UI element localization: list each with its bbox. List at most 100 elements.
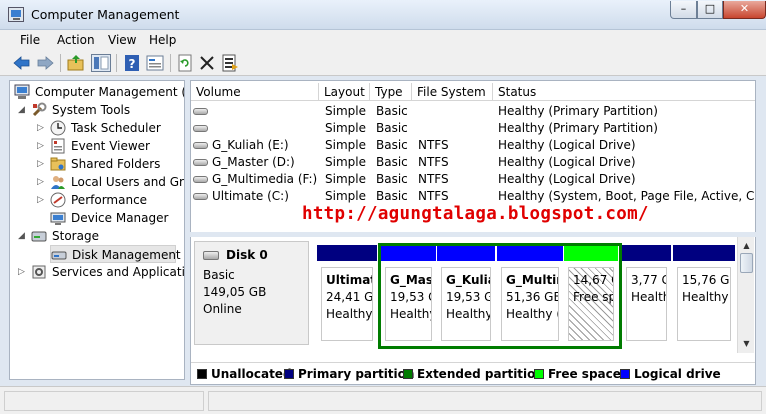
- expand-arrow-icon[interactable]: ▷: [36, 173, 45, 191]
- tree-item-services-applications[interactable]: ▷ Services and Applications: [14, 263, 184, 281]
- expand-arrow-icon[interactable]: ▷: [36, 119, 45, 137]
- partition-primary-small[interactable]: 3,77 G Health: [622, 245, 671, 345]
- performance-icon: [50, 192, 66, 208]
- legend-swatch: [197, 369, 207, 379]
- column-header-layout[interactable]: Layout: [319, 83, 370, 101]
- drive-icon: [193, 193, 208, 200]
- partition-g-kuliah[interactable]: G_Kulial 19,53 G Healthy: [437, 245, 495, 345]
- expand-arrow-icon[interactable]: ▷: [36, 191, 45, 209]
- legend-swatch: [534, 369, 544, 379]
- disk-management-icon: [51, 247, 67, 263]
- close-button[interactable]: ✕: [723, 1, 766, 19]
- vertical-scrollbar[interactable]: ▲ ▼: [737, 237, 754, 353]
- disk-state: Online: [203, 302, 242, 316]
- svg-text:?: ?: [129, 57, 136, 71]
- tree-item-disk-management[interactable]: Disk Management: [50, 245, 181, 263]
- partition-g-multimedia[interactable]: G_Multim 51,36 GB Healthy (: [497, 245, 563, 345]
- maximize-button[interactable]: □: [697, 1, 723, 19]
- properties-icon[interactable]: [146, 54, 164, 72]
- toolbar: ?: [0, 50, 766, 76]
- window-title: Computer Management: [31, 7, 180, 22]
- event-viewer-icon: [50, 138, 66, 154]
- legend: Unallocated Primary partition Extended p…: [191, 362, 755, 383]
- tree-item-event-viewer[interactable]: ▷ Event Viewer: [14, 137, 184, 155]
- expand-arrow-icon[interactable]: ▷: [36, 155, 45, 173]
- delete-icon[interactable]: [198, 54, 216, 72]
- storage-icon: [31, 228, 47, 244]
- expand-arrow-icon[interactable]: ▷: [36, 137, 45, 155]
- menu-view[interactable]: View: [108, 33, 136, 47]
- system-tools-icon: [31, 102, 47, 118]
- legend-swatch: [403, 369, 413, 379]
- tree-item-device-manager[interactable]: Device Manager: [14, 209, 184, 227]
- tree-item-computer-management[interactable]: Computer Management (Local): [14, 83, 184, 101]
- legend-logical: Logical drive: [620, 367, 721, 381]
- collapse-arrow-icon[interactable]: ◢: [17, 227, 26, 245]
- drive-icon: [193, 142, 208, 149]
- back-arrow-icon[interactable]: [13, 54, 31, 72]
- minimize-button[interactable]: –: [670, 1, 697, 19]
- scroll-down-icon[interactable]: ▼: [739, 336, 754, 351]
- disk-type: Basic: [203, 268, 235, 282]
- up-folder-icon[interactable]: [67, 54, 85, 72]
- refresh-icon[interactable]: [176, 54, 194, 72]
- expand-arrow-icon[interactable]: ▷: [17, 263, 26, 281]
- disk-graphical-view: Disk 0 Basic 149,05 GB Online Ultimate 2…: [191, 237, 737, 353]
- tree-item-task-scheduler[interactable]: ▷ Task Scheduler: [14, 119, 184, 137]
- table-row[interactable]: G_Master (D:) Simple Basic NTFS Healthy …: [191, 154, 755, 171]
- scroll-thumb[interactable]: [740, 253, 753, 273]
- drive-icon: [193, 176, 208, 183]
- partition-primary-last[interactable]: 15,76 GB Healthy: [673, 245, 735, 345]
- table-row[interactable]: G_Kuliah (E:) Simple Basic NTFS Healthy …: [191, 137, 755, 154]
- export-icon[interactable]: [221, 54, 239, 72]
- legend-swatch: [620, 369, 630, 379]
- console-tree: Computer Management (Local) ◢ System Too…: [9, 80, 185, 380]
- disk-0-label[interactable]: Disk 0 Basic 149,05 GB Online: [194, 241, 309, 345]
- services-icon: [31, 264, 47, 280]
- drive-icon: [193, 159, 208, 166]
- title-bar: Computer Management – □ ✕: [0, 0, 766, 30]
- scroll-up-icon[interactable]: ▲: [739, 238, 754, 253]
- column-header-volume[interactable]: Volume: [191, 83, 319, 101]
- legend-swatch: [284, 369, 294, 379]
- menu-action[interactable]: Action: [57, 33, 95, 47]
- computer-management-icon: [14, 84, 30, 100]
- disk-name: Disk 0: [226, 248, 268, 262]
- partition-ultimate[interactable]: Ultimate 24,41 GB Healthy: [317, 245, 377, 345]
- status-bar: [0, 386, 766, 414]
- table-row[interactable]: Simple Basic Healthy (Primary Partition): [191, 103, 755, 120]
- table-row[interactable]: G_Multimedia (F:) Simple Basic NTFS Heal…: [191, 171, 755, 188]
- tree-item-performance[interactable]: ▷ Performance: [14, 191, 184, 209]
- menu-file[interactable]: File: [20, 33, 40, 47]
- computer-management-icon: [8, 7, 24, 22]
- partition-g-master[interactable]: G_Mas 19,53 G Healthy: [381, 245, 436, 345]
- clock-icon: [50, 120, 66, 136]
- column-header-type[interactable]: Type: [370, 83, 412, 101]
- watermark-url: http://agungtalaga.blogspot.com/: [302, 204, 649, 224]
- forward-arrow-icon[interactable]: [36, 54, 54, 72]
- column-header-file-system[interactable]: File System: [412, 83, 493, 101]
- menu-help[interactable]: Help: [149, 33, 176, 47]
- menu-bar: File Action View Help: [0, 30, 766, 50]
- legend-extended: Extended partition: [403, 367, 544, 381]
- tree-item-shared-folders[interactable]: ▷ Shared Folders: [14, 155, 184, 173]
- help-icon[interactable]: ?: [123, 54, 141, 72]
- table-row[interactable]: Simple Basic Healthy (Primary Partition): [191, 120, 755, 137]
- collapse-arrow-icon[interactable]: ◢: [17, 101, 26, 119]
- drive-icon: [193, 108, 208, 115]
- users-icon: [50, 174, 66, 190]
- volume-list-header: Volume Layout Type File System Status: [191, 83, 755, 101]
- disk-size: 149,05 GB: [203, 285, 267, 299]
- tree-item-system-tools[interactable]: ◢ System Tools: [14, 101, 184, 119]
- legend-unallocated: Unallocated: [197, 367, 292, 381]
- legend-free-space: Free space: [534, 367, 621, 381]
- tree-item-local-users-groups[interactable]: ▷ Local Users and Groups: [14, 173, 184, 191]
- drive-icon: [193, 125, 208, 132]
- show-hide-tree-icon[interactable]: [91, 54, 111, 72]
- table-row[interactable]: Ultimate (C:) Simple Basic NTFS Healthy …: [191, 188, 755, 205]
- partition-free-space[interactable]: 14,67 G Free sp: [564, 245, 618, 345]
- tree-item-storage[interactable]: ◢ Storage: [14, 227, 184, 245]
- legend-primary: Primary partition: [284, 367, 414, 381]
- column-header-status[interactable]: Status: [493, 83, 755, 101]
- device-manager-icon: [50, 210, 66, 226]
